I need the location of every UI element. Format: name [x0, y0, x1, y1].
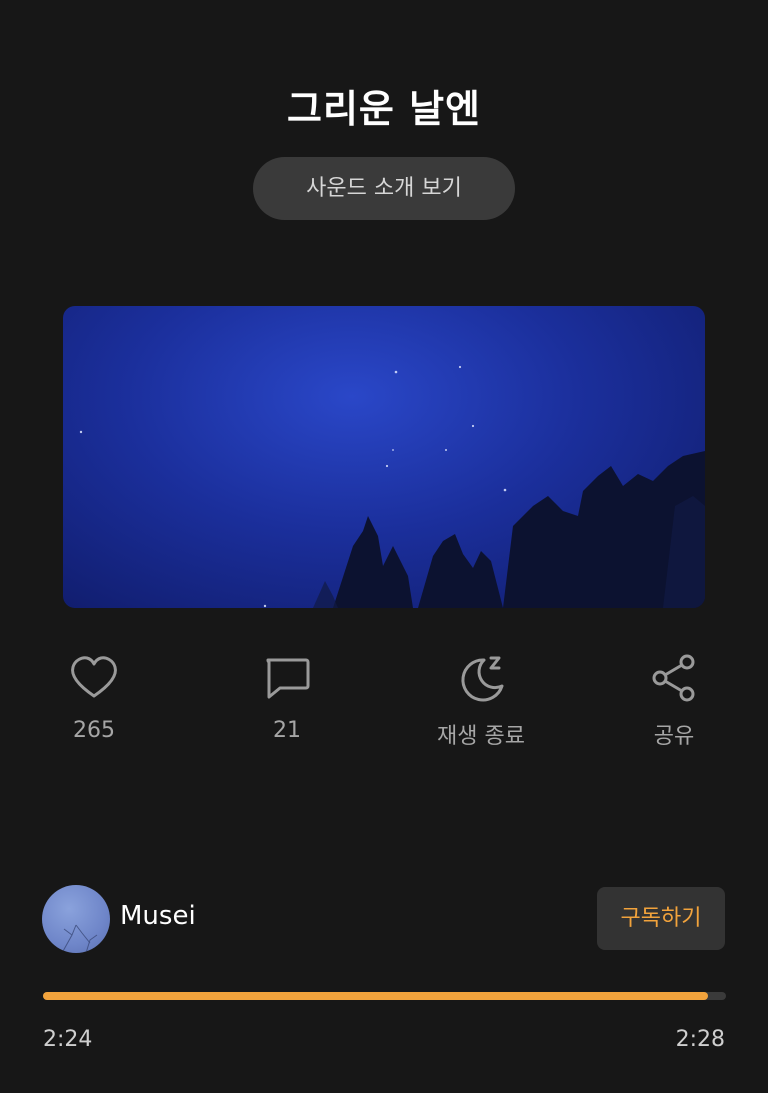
night-sky-illustration [79, 365, 705, 608]
sleep-timer-button[interactable]: 재생 종료 [406, 650, 556, 755]
artist-avatar[interactable] [42, 885, 110, 953]
share-label: 공유 [653, 724, 695, 749]
share-icon [647, 650, 701, 704]
comment-icon [260, 650, 314, 704]
total-time: 2:28 [675, 1027, 725, 1052]
share-button[interactable]: 공유 [599, 650, 749, 755]
like-count: 265 [73, 718, 115, 743]
comment-count: 21 [273, 718, 301, 743]
sound-title: 그리운 날엔 [286, 87, 482, 131]
cover-image [63, 306, 705, 608]
playback-progress-bar[interactable] [43, 992, 726, 1000]
like-button[interactable]: 265 [19, 650, 169, 755]
comment-button[interactable]: 21 [212, 650, 362, 755]
sleep-moon-icon [454, 650, 508, 704]
playback-progress-fill [43, 992, 708, 1000]
heart-icon [67, 650, 121, 704]
artist-name[interactable]: Musei [120, 901, 196, 931]
sleep-timer-label: 재생 종료 [437, 724, 525, 749]
avatar-image [61, 924, 98, 953]
subscribe-button[interactable]: 구독하기 [597, 887, 725, 950]
sound-intro-button[interactable]: 사운드 소개 보기 [253, 157, 515, 220]
action-bar: 265 21 재생 종료 공유 [0, 650, 768, 760]
sound-player-screen: 그리운 날엔 사운드 소개 보기 265 21 재생 종료 공유 Musei 구… [0, 0, 768, 1093]
current-time: 2:24 [43, 1027, 93, 1052]
